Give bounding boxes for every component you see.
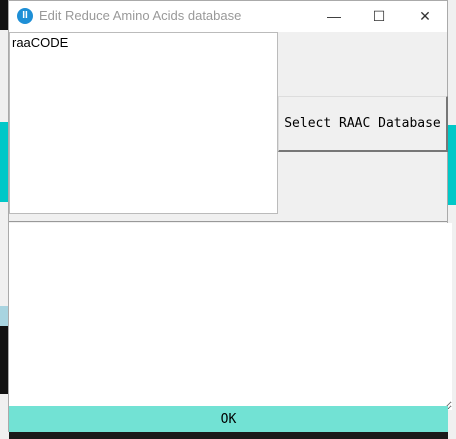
window-title: Edit Reduce Amino Acids database [39,8,242,23]
list-item[interactable]: raaCODE [10,33,277,52]
minimize-button[interactable]: — [319,5,349,27]
divider [9,221,447,222]
background-panel [448,125,456,205]
maximize-button[interactable]: ☐ [364,5,394,27]
dialog-window: II Edit Reduce Amino Acids database — ☐ … [8,0,452,432]
close-button[interactable]: ✕ [410,5,440,27]
title-bar[interactable]: II Edit Reduce Amino Acids database — ☐ … [9,1,447,32]
edit-text-area[interactable] [9,223,452,410]
app-logo-icon: II [17,8,33,24]
ok-button[interactable]: OK [9,406,448,432]
select-raac-database-button[interactable]: Select RAAC Database [278,96,448,152]
database-listbox[interactable]: raaCODE [9,32,278,214]
